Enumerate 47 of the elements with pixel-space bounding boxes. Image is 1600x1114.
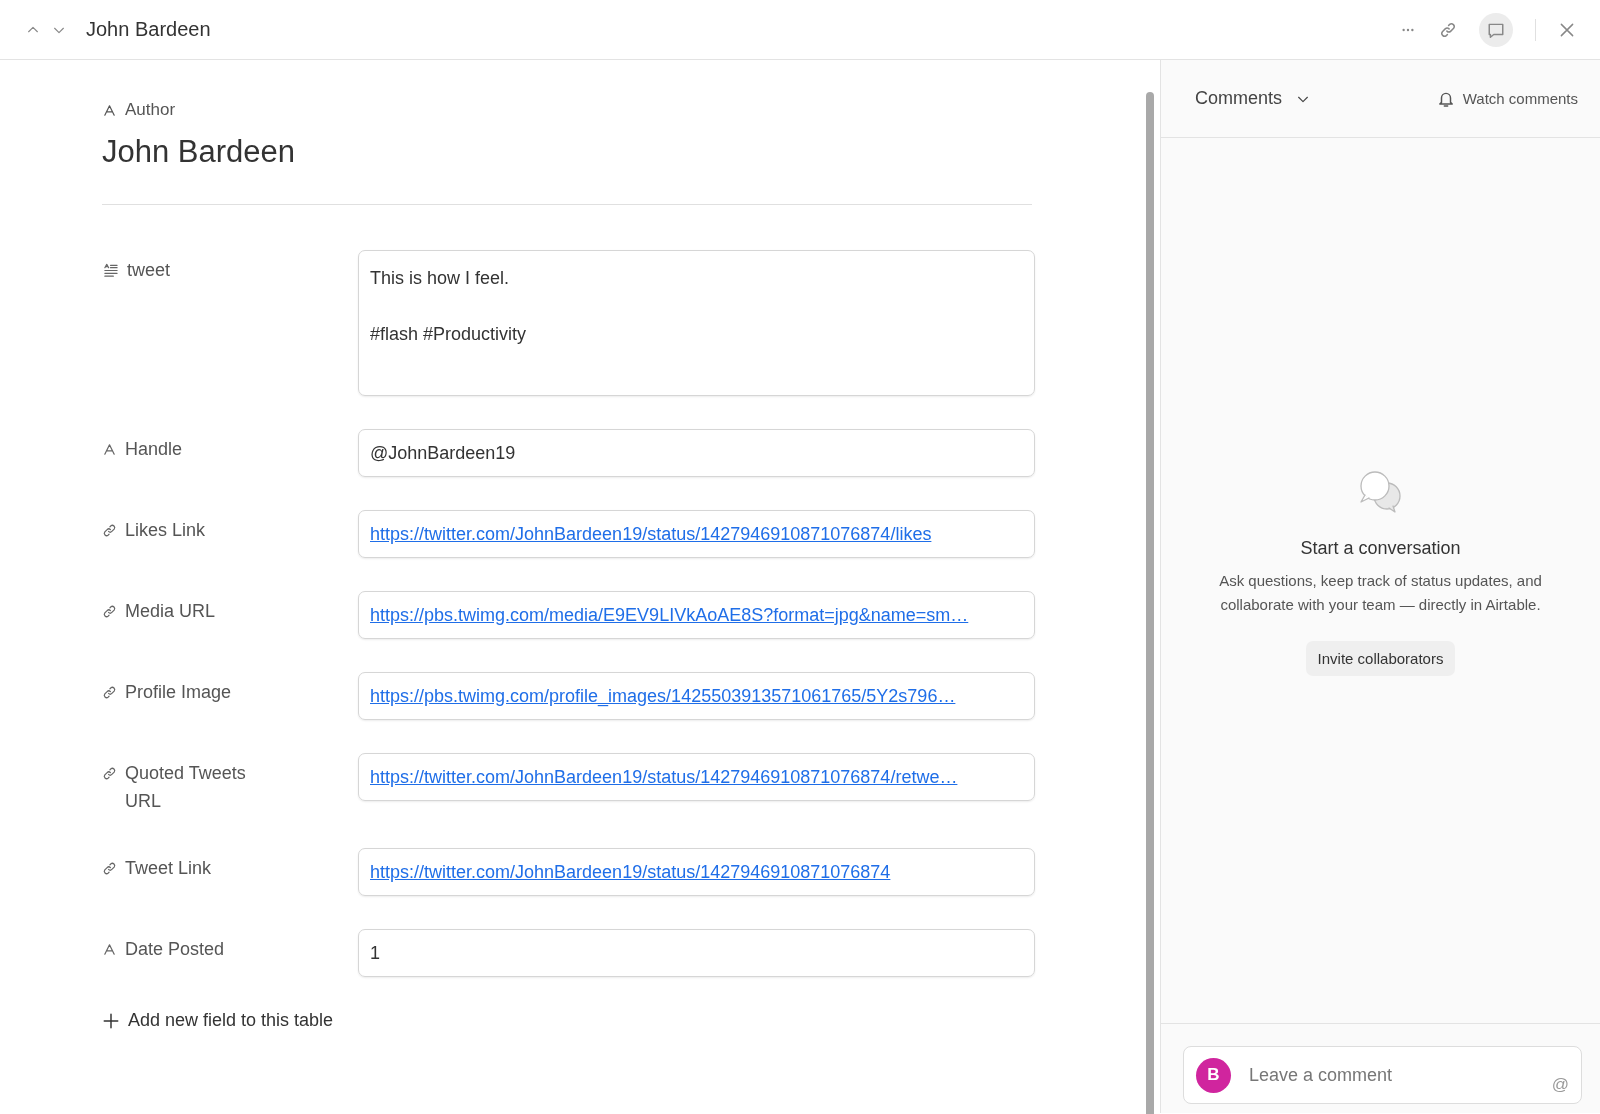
field-label: tweet xyxy=(127,259,172,282)
field-text: #flash #Productivity xyxy=(370,323,528,346)
url-link[interactable]: https://pbs.twimg.com/profile_images/1425503913571061765/5Y2s796… xyxy=(370,685,956,707)
mention-icon[interactable]: @ xyxy=(1551,1075,1569,1095)
long-text-field[interactable]: This is how I feel. #flash #Productivity xyxy=(358,250,1035,396)
text-field-icon xyxy=(102,942,117,957)
field-label: Media URL xyxy=(125,600,217,623)
plus-icon xyxy=(102,1011,120,1030)
comments-dropdown[interactable]: Comments xyxy=(1195,88,1311,109)
text-field-icon xyxy=(102,442,117,457)
record-title: John Bardeen xyxy=(86,18,211,41)
field-label: Likes Link xyxy=(125,519,207,542)
field-label: Handle xyxy=(125,438,184,461)
link-icon xyxy=(102,861,117,876)
scrollbar[interactable] xyxy=(1146,92,1154,1114)
text-field[interactable]: 1 xyxy=(358,929,1035,977)
field-text: This is how I feel. xyxy=(370,267,511,290)
comment-field[interactable]: B Leave a comment @ xyxy=(1183,1046,1582,1104)
text-field-icon xyxy=(102,102,117,118)
field-label: Date Posted xyxy=(125,938,226,961)
record-name: John Bardeen xyxy=(102,134,297,170)
invite-collaborators-button[interactable]: Invite collaborators xyxy=(1305,641,1456,676)
url-field[interactable]: https://pbs.twimg.com/profile_images/1425503913571061765/5Y2s796… xyxy=(358,672,1035,720)
text-field[interactable]: @JohnBardeen19 xyxy=(358,429,1035,477)
watch-comments-button[interactable]: Watch comments xyxy=(1436,89,1578,108)
field-label: Quoted Tweets URL xyxy=(125,762,247,813)
empty-description: Ask questions, keep track of status updates, and collaborate with your team — directly in Airtable. xyxy=(1218,571,1543,615)
url-field[interactable]: https://pbs.twimg.com/media/E9EV9LIVkAoAE8S?format=jpg&name=sm… xyxy=(358,591,1035,639)
field-label: Profile Image xyxy=(125,681,233,704)
url-link[interactable]: https://pbs.twimg.com/media/E9EV9LIVkAoAE8S?format=jpg&name=sm… xyxy=(370,604,969,626)
link-icon xyxy=(102,685,117,700)
field-label: Tweet Link xyxy=(125,857,213,880)
link-icon xyxy=(102,523,117,538)
comment-icon[interactable] xyxy=(1479,12,1513,47)
link-icon xyxy=(102,604,117,619)
field-label: Author xyxy=(125,100,176,120)
url-link[interactable]: https://twitter.com/JohnBardeen19/status/1427946910871076874/retwe… xyxy=(370,766,958,788)
user-avatar: B xyxy=(1196,1057,1231,1093)
long-text-icon xyxy=(102,263,119,278)
url-field[interactable]: https://twitter.com/JohnBardeen19/status/1427946910871076874/likes xyxy=(358,510,1035,558)
empty-title: Start a conversation xyxy=(1300,538,1461,559)
add-field-button[interactable]: Add new field to this table xyxy=(102,1010,334,1031)
url-link[interactable]: https://twitter.com/JohnBardeen19/status/1427946910871076874/likes xyxy=(370,523,932,545)
url-field[interactable]: https://twitter.com/JohnBardeen19/status/1427946910871076874 xyxy=(358,848,1035,896)
url-field[interactable]: https://twitter.com/JohnBardeen19/status/1427946910871076874/retwe… xyxy=(358,753,1035,801)
url-link[interactable]: https://twitter.com/JohnBardeen19/status/1427946910871076874 xyxy=(370,861,891,883)
link-icon xyxy=(102,766,117,781)
